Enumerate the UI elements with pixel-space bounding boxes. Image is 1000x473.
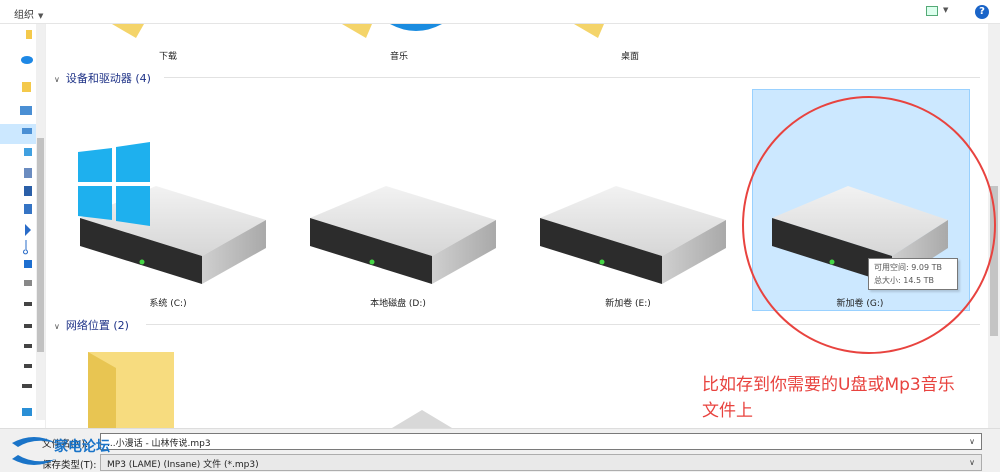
help-icon[interactable]: ? bbox=[975, 5, 989, 19]
save-panel: 文件名(N): ...小漫话 - 山林传说.mp3 ∨ 保存类型(T): MP3… bbox=[0, 428, 1000, 472]
download-icon bbox=[25, 224, 31, 236]
view-options-icon[interactable] bbox=[926, 6, 938, 16]
organize-menu-button[interactable]: 组织 ▼ bbox=[14, 6, 43, 21]
drive-label-c[interactable]: 系统 (C:) bbox=[108, 296, 228, 309]
chevron-down-icon[interactable]: ∨ bbox=[969, 437, 975, 446]
toolbar: 组织 ▼ ▼ ? bbox=[0, 0, 1000, 24]
folder-label-downloads[interactable]: 下载 bbox=[108, 49, 228, 62]
drive-label-d[interactable]: 本地磁盘 (D:) bbox=[338, 296, 458, 309]
onedrive-icon bbox=[21, 56, 33, 64]
cube-icon bbox=[24, 148, 32, 156]
drive-icon bbox=[24, 280, 32, 286]
computer-icon bbox=[20, 106, 32, 115]
annotation-line-2: 文件上 bbox=[702, 401, 753, 421]
folder-label-desktop[interactable]: 桌面 bbox=[570, 49, 690, 62]
music-folder-icon bbox=[342, 24, 372, 38]
document-icon bbox=[24, 168, 32, 178]
monitor-icon bbox=[22, 128, 32, 134]
network-icon bbox=[22, 408, 32, 416]
drive-icon bbox=[24, 344, 32, 348]
file-type-value: MP3 (LAME) (Insane) 文件 (*.mp3) bbox=[107, 460, 259, 470]
drive-icon bbox=[24, 302, 32, 306]
organize-label: 组织 bbox=[14, 10, 34, 21]
group-divider bbox=[164, 77, 980, 78]
folder-icon bbox=[26, 30, 32, 39]
desktop-icon bbox=[24, 260, 32, 268]
drive-d-icon bbox=[310, 186, 496, 284]
nav-icons bbox=[20, 30, 33, 416]
picture-icon bbox=[24, 186, 32, 196]
chevron-down-icon: ∨ bbox=[54, 322, 60, 331]
annotation-line-1: 比如存到你需要的U盘或Mp3音乐 bbox=[702, 375, 955, 395]
file-name-input[interactable]: ...小漫话 - 山林传说.mp3 ∨ bbox=[100, 433, 982, 450]
drive-icon bbox=[24, 364, 32, 368]
music-note-icon bbox=[390, 24, 442, 31]
downloads-folder-icon bbox=[112, 24, 144, 38]
devices-group-header[interactable]: ∨ 设备和驱动器 (4) bbox=[54, 70, 151, 86]
music-icon bbox=[23, 240, 28, 255]
nav-scrollbar-thumb[interactable] bbox=[37, 138, 44, 352]
drive-icon bbox=[22, 384, 32, 388]
annotation-text: 比如存到你需要的U盘或Mp3音乐 文件上 bbox=[702, 372, 1000, 424]
folder-icon bbox=[22, 82, 31, 92]
folder-label-music[interactable]: 音乐 bbox=[339, 49, 459, 62]
chevron-down-icon[interactable]: ▼ bbox=[943, 6, 948, 14]
chevron-down-icon: ▼ bbox=[38, 12, 44, 20]
file-type-select[interactable]: MP3 (LAME) (Insane) 文件 (*.mp3) ∨ bbox=[100, 454, 982, 471]
network-group-title: 网络位置 (2) bbox=[65, 319, 129, 332]
chevron-down-icon[interactable]: ∨ bbox=[969, 458, 975, 467]
desktop-folder-icon bbox=[574, 24, 604, 38]
watermark-logo-icon: 家电论坛 bbox=[12, 437, 110, 465]
drive-label-e[interactable]: 新加卷 (E:) bbox=[568, 296, 688, 309]
watermark-text: 家电论坛 bbox=[54, 438, 110, 455]
video-icon bbox=[24, 204, 32, 214]
devices-group-title: 设备和驱动器 (4) bbox=[65, 72, 151, 85]
drive-e-icon bbox=[540, 186, 726, 284]
drive-icon bbox=[24, 324, 32, 328]
annotation-circle bbox=[742, 96, 996, 354]
network-group-header[interactable]: ∨ 网络位置 (2) bbox=[54, 317, 129, 333]
network-drive-icon bbox=[392, 410, 452, 428]
chevron-down-icon: ∨ bbox=[54, 75, 60, 84]
